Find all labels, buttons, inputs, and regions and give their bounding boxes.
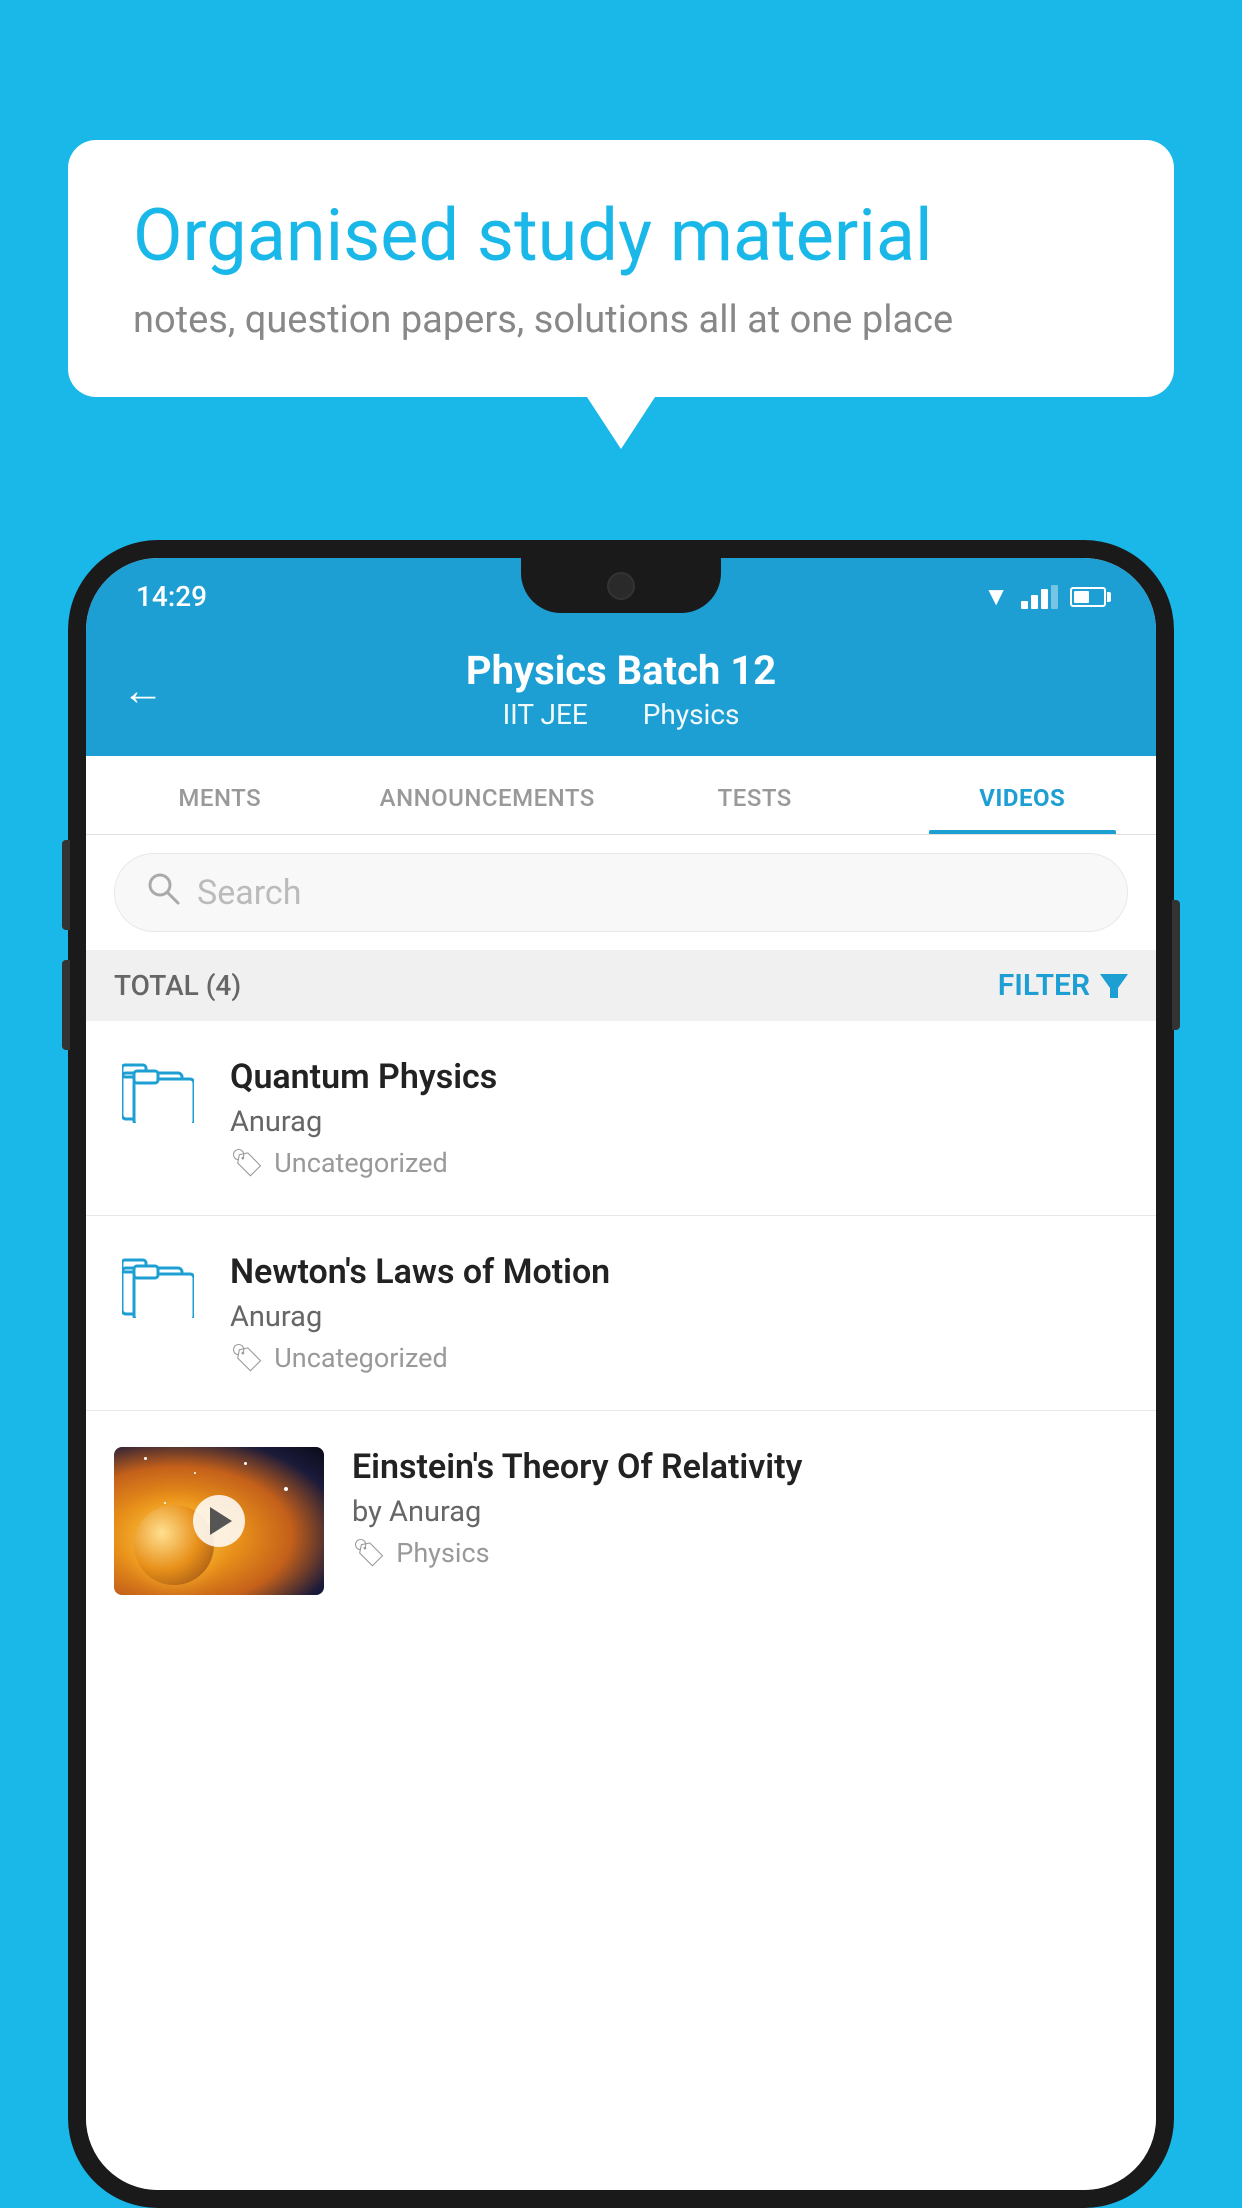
speech-bubble-container: Organised study material notes, question… (68, 140, 1174, 397)
phone-button-volume-up (62, 840, 70, 930)
content-list: Quantum Physics Anurag 🏷 Uncategorized (86, 1021, 1156, 2190)
item-tag: 🏷 Uncategorized (230, 1147, 1128, 1179)
phone-outer: 14:29 ▼ ← Physics Batch 1 (68, 540, 1174, 2208)
tab-announcements[interactable]: ANNOUNCEMENTS (354, 756, 622, 834)
tag-text: Uncategorized (274, 1147, 447, 1179)
header-subtitle: IIT JEE Physics (146, 698, 1096, 731)
item-title: Newton's Laws of Motion (230, 1252, 1128, 1292)
item-content-quantum: Quantum Physics Anurag 🏷 Uncategorized (230, 1057, 1128, 1179)
item-tag: 🏷 Physics (352, 1537, 1128, 1569)
video-thumbnail (114, 1447, 324, 1595)
signal-bars-icon (1021, 585, 1058, 609)
phone-notch (521, 558, 721, 613)
list-item[interactable]: Newton's Laws of Motion Anurag 🏷 Uncateg… (86, 1216, 1156, 1411)
list-item[interactable]: Quantum Physics Anurag 🏷 Uncategorized (86, 1021, 1156, 1216)
signal-bar-1 (1021, 601, 1028, 609)
filter-funnel-icon (1100, 974, 1128, 998)
play-triangle-icon (210, 1507, 232, 1535)
search-container: Search (86, 835, 1156, 950)
list-item-einstein[interactable]: Einstein's Theory Of Relativity by Anura… (86, 1411, 1156, 1631)
tab-ments[interactable]: MENTS (86, 756, 354, 834)
phone-button-volume-down (62, 960, 70, 1050)
item-content-einstein: Einstein's Theory Of Relativity by Anura… (352, 1447, 1128, 1569)
search-input-placeholder: Search (197, 873, 301, 913)
signal-bar-3 (1041, 589, 1048, 609)
app-header: ← Physics Batch 12 IIT JEE Physics (86, 625, 1156, 756)
filter-label: FILTER (998, 968, 1090, 1003)
bubble-title: Organised study material (133, 195, 1109, 278)
tag-icon: 🏷 (230, 1342, 264, 1374)
filter-button[interactable]: FILTER (998, 968, 1128, 1003)
tab-videos[interactable]: VIDEOS (889, 756, 1157, 834)
tabs-bar: MENTS ANNOUNCEMENTS TESTS VIDEOS (86, 756, 1156, 835)
status-time: 14:29 (136, 580, 207, 613)
phone-camera (607, 572, 635, 600)
battery-icon (1070, 587, 1106, 607)
total-count: TOTAL (4) (114, 969, 241, 1002)
status-icons: ▼ (983, 581, 1106, 612)
tab-tests[interactable]: TESTS (621, 756, 889, 834)
item-tag: 🏷 Uncategorized (230, 1342, 1128, 1374)
battery-fill (1074, 591, 1089, 603)
header-subtitle-iitjee: IIT JEE (503, 698, 588, 731)
header-title: Physics Batch 12 (146, 647, 1096, 694)
filter-bar: TOTAL (4) FILTER (86, 950, 1156, 1021)
header-subtitle-physics: Physics (643, 698, 740, 731)
play-button[interactable] (193, 1495, 245, 1547)
phone-button-power (1172, 900, 1180, 1030)
item-content-newton: Newton's Laws of Motion Anurag 🏷 Uncateg… (230, 1252, 1128, 1374)
phone-screen: 14:29 ▼ ← Physics Batch 1 (86, 558, 1156, 2190)
item-title: Einstein's Theory Of Relativity (352, 1447, 1128, 1487)
search-icon (145, 870, 181, 915)
item-author: Anurag (230, 1300, 1128, 1334)
item-icon-quantum (114, 1057, 202, 1123)
item-author: Anurag (230, 1105, 1128, 1139)
signal-bar-4 (1051, 585, 1058, 609)
folder-icon (122, 1061, 194, 1123)
bubble-subtitle: notes, question papers, solutions all at… (133, 298, 1109, 342)
item-author: by Anurag (352, 1495, 1128, 1529)
signal-bar-2 (1031, 595, 1038, 609)
tag-text: Uncategorized (274, 1342, 447, 1374)
tag-text: Physics (396, 1537, 489, 1569)
item-icon-newton (114, 1252, 202, 1318)
tag-icon: 🏷 (352, 1537, 386, 1569)
search-bar[interactable]: Search (114, 853, 1128, 932)
folder-icon (122, 1256, 194, 1318)
speech-bubble: Organised study material notes, question… (68, 140, 1174, 397)
item-title: Quantum Physics (230, 1057, 1128, 1097)
wifi-icon: ▼ (983, 581, 1009, 612)
tag-icon: 🏷 (230, 1147, 264, 1179)
phone-frame: 14:29 ▼ ← Physics Batch 1 (68, 540, 1174, 2208)
